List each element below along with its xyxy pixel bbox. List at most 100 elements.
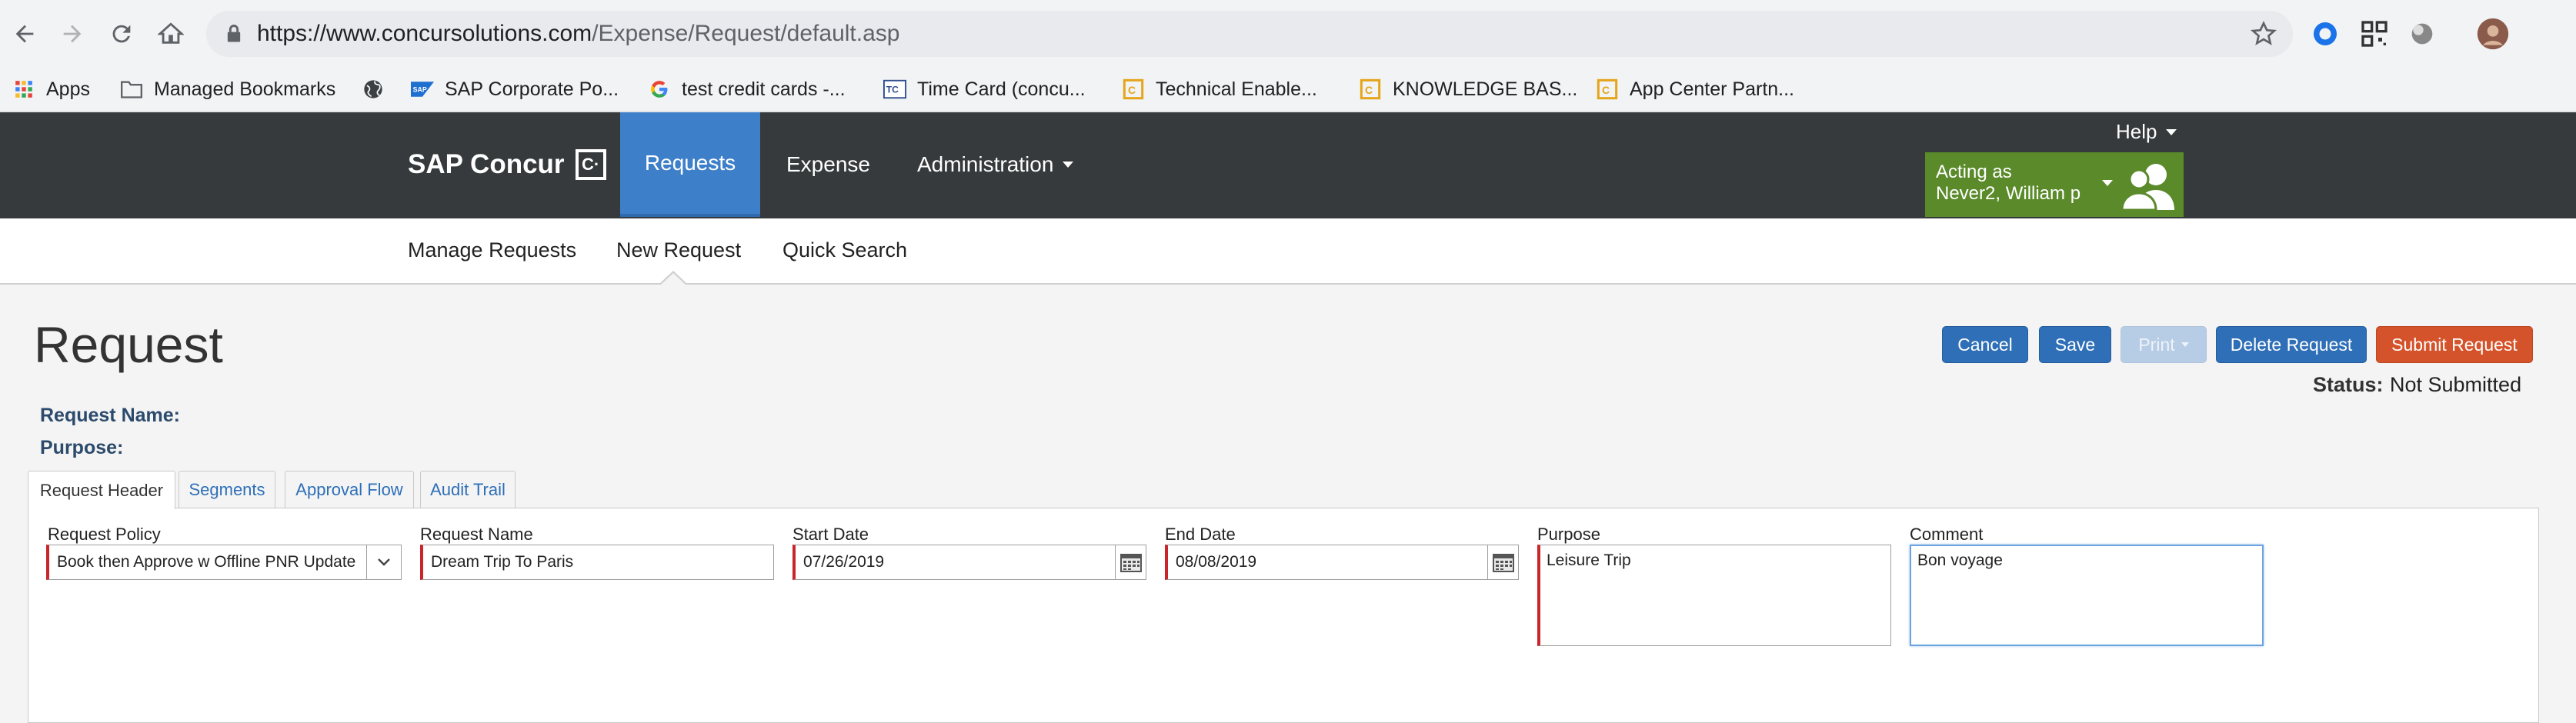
google-g-icon <box>648 78 671 101</box>
help-label: Help <box>2116 120 2157 143</box>
lock-icon <box>227 25 241 42</box>
sap-concur-logo[interactable]: SAP Concur C· <box>408 149 606 180</box>
purpose-value: Leisure Trip <box>1547 551 1631 569</box>
subnav-new-request[interactable]: New Request <box>616 238 741 262</box>
svg-text:SAP: SAP <box>413 86 427 94</box>
forward-icon[interactable] <box>55 17 89 51</box>
concur-icon: C <box>1122 78 1145 101</box>
bookmark-technical-enable[interactable]: C Technical Enable... <box>1122 72 1317 106</box>
tab-audit-trail[interactable]: Audit Trail <box>420 471 516 508</box>
nav-label: Administration <box>917 152 1054 176</box>
users-group-icon <box>2121 164 2174 212</box>
request-name-label: Request Name: <box>40 405 180 426</box>
back-icon[interactable] <box>8 17 42 51</box>
chevron-down-icon[interactable] <box>366 545 401 579</box>
bookmark-app-center[interactable]: C App Center Partn... <box>1596 72 1794 106</box>
request-policy-label: Request Policy <box>48 525 161 544</box>
svg-text:C: C <box>1128 84 1136 96</box>
comment-textarea[interactable]: Bon voyage <box>1910 545 2264 646</box>
concur-icon: C <box>1359 78 1382 101</box>
bookmark-globe[interactable] <box>362 72 395 106</box>
acting-as-delegate[interactable]: Acting as Never2, William p <box>1925 152 2184 217</box>
bookmark-label: Time Card (concu... <box>917 78 1086 100</box>
sub-navigation: Manage Requests New Request Quick Search <box>0 218 2576 285</box>
purpose-label: Purpose: <box>40 437 124 458</box>
save-button[interactable]: Save <box>2039 326 2111 363</box>
extension-sphere-icon[interactable] <box>2407 18 2438 49</box>
bookmark-label: SAP Corporate Po... <box>445 78 619 100</box>
request-policy-select[interactable]: Book then Approve w Offline PNR Update <box>46 545 402 580</box>
sap-logo-icon: SAP <box>411 78 434 101</box>
bookmark-knowledge-base[interactable]: C KNOWLEDGE BAS... <box>1359 72 1577 106</box>
profile-avatar-icon[interactable] <box>2476 17 2510 51</box>
start-date-input[interactable]: 07/26/2019 <box>792 545 1146 580</box>
print-button[interactable]: Print <box>2121 326 2207 363</box>
bookmark-label: App Center Partn... <box>1630 78 1795 100</box>
url-path: /Expense/Request/default.asp <box>592 21 900 46</box>
concur-icon: C <box>1596 78 1619 101</box>
acting-as-label: Acting as <box>1936 162 2012 182</box>
subnav-quick-search[interactable]: Quick Search <box>782 238 907 262</box>
caret-down-icon <box>1063 162 1074 168</box>
tab-approval-flow[interactable]: Approval Flow <box>285 471 414 508</box>
request-name-value: Dream Trip To Paris <box>431 553 574 571</box>
status-label: Status: <box>2313 373 2384 396</box>
bookmark-label: Apps <box>46 78 90 100</box>
bookmarks-bar: Apps Managed Bookmarks SAP SAP Corporate… <box>0 68 2576 112</box>
end-date-value: 08/08/2019 <box>1176 553 1257 571</box>
request-policy-value: Book then Approve w Offline PNR Update <box>57 553 356 571</box>
home-icon[interactable] <box>154 17 188 51</box>
extension-circle-icon[interactable] <box>2310 18 2341 49</box>
apps-grid-icon <box>12 78 35 101</box>
request-name-input[interactable]: Dream Trip To Paris <box>420 545 774 580</box>
svg-text:C: C <box>1602 84 1610 96</box>
help-menu[interactable]: Help <box>2116 120 2177 144</box>
nav-label: Requests <box>644 151 736 175</box>
app-header: SAP Concur C· Requests Expense Administr… <box>0 112 2576 218</box>
bookmark-sap-corporate[interactable]: SAP SAP Corporate Po... <box>411 72 619 106</box>
button-label: Save <box>2054 334 2096 355</box>
calendar-icon[interactable] <box>1487 545 1519 579</box>
nav-label: Expense <box>786 152 870 176</box>
purpose-field-label: Purpose <box>1537 525 1600 544</box>
start-date-value: 07/26/2019 <box>803 553 885 571</box>
tab-segments[interactable]: Segments <box>179 471 275 508</box>
nav-expense[interactable]: Expense <box>786 112 870 217</box>
bookmark-managed[interactable]: Managed Bookmarks <box>120 72 335 106</box>
button-label: Submit Request <box>2391 334 2518 355</box>
bookmark-time-card[interactable]: TC Time Card (concu... <box>883 72 1086 106</box>
url-host: https://www.concursolutions.com <box>257 21 592 46</box>
reload-icon[interactable] <box>105 17 138 51</box>
cancel-button[interactable]: Cancel <box>1942 326 2028 363</box>
svg-text:C: C <box>1365 84 1373 96</box>
bookmark-star-icon[interactable] <box>2250 20 2277 48</box>
purpose-textarea[interactable]: Leisure Trip <box>1537 545 1891 646</box>
delete-request-button[interactable]: Delete Request <box>2216 326 2367 363</box>
logo-text: SAP Concur <box>408 149 565 179</box>
status-value: Not Submitted <box>2390 373 2522 396</box>
active-subnav-pointer-inner <box>661 273 686 285</box>
bookmark-label: test credit cards -... <box>682 78 846 100</box>
submit-request-button[interactable]: Submit Request <box>2376 326 2533 363</box>
concur-logo-mark-icon: C· <box>575 149 606 180</box>
bookmark-label: Managed Bookmarks <box>154 78 336 100</box>
calendar-icon[interactable] <box>1115 545 1146 579</box>
globe-icon <box>362 78 385 101</box>
nav-administration[interactable]: Administration <box>917 112 1074 217</box>
bookmark-label: KNOWLEDGE BAS... <box>1393 78 1578 100</box>
caret-down-icon <box>2181 342 2189 347</box>
button-label: Print <box>2138 334 2175 355</box>
start-date-label: Start Date <box>792 525 869 544</box>
comment-value: Bon voyage <box>1917 551 2003 569</box>
qr-code-icon[interactable] <box>2359 18 2390 49</box>
tab-request-header[interactable]: Request Header <box>28 471 175 509</box>
nav-requests[interactable]: Requests <box>620 112 760 217</box>
subnav-manage-requests[interactable]: Manage Requests <box>408 238 576 262</box>
button-label: Delete Request <box>2230 334 2353 355</box>
address-bar[interactable]: https://www.concursolutions.com/Expense/… <box>206 11 2293 57</box>
bookmark-apps[interactable]: Apps <box>12 72 90 106</box>
bookmark-test-credit-cards[interactable]: test credit cards -... <box>648 72 846 106</box>
request-name-field-label: Request Name <box>420 525 533 544</box>
end-date-input[interactable]: 08/08/2019 <box>1165 545 1519 580</box>
svg-text:TC: TC <box>886 85 899 95</box>
